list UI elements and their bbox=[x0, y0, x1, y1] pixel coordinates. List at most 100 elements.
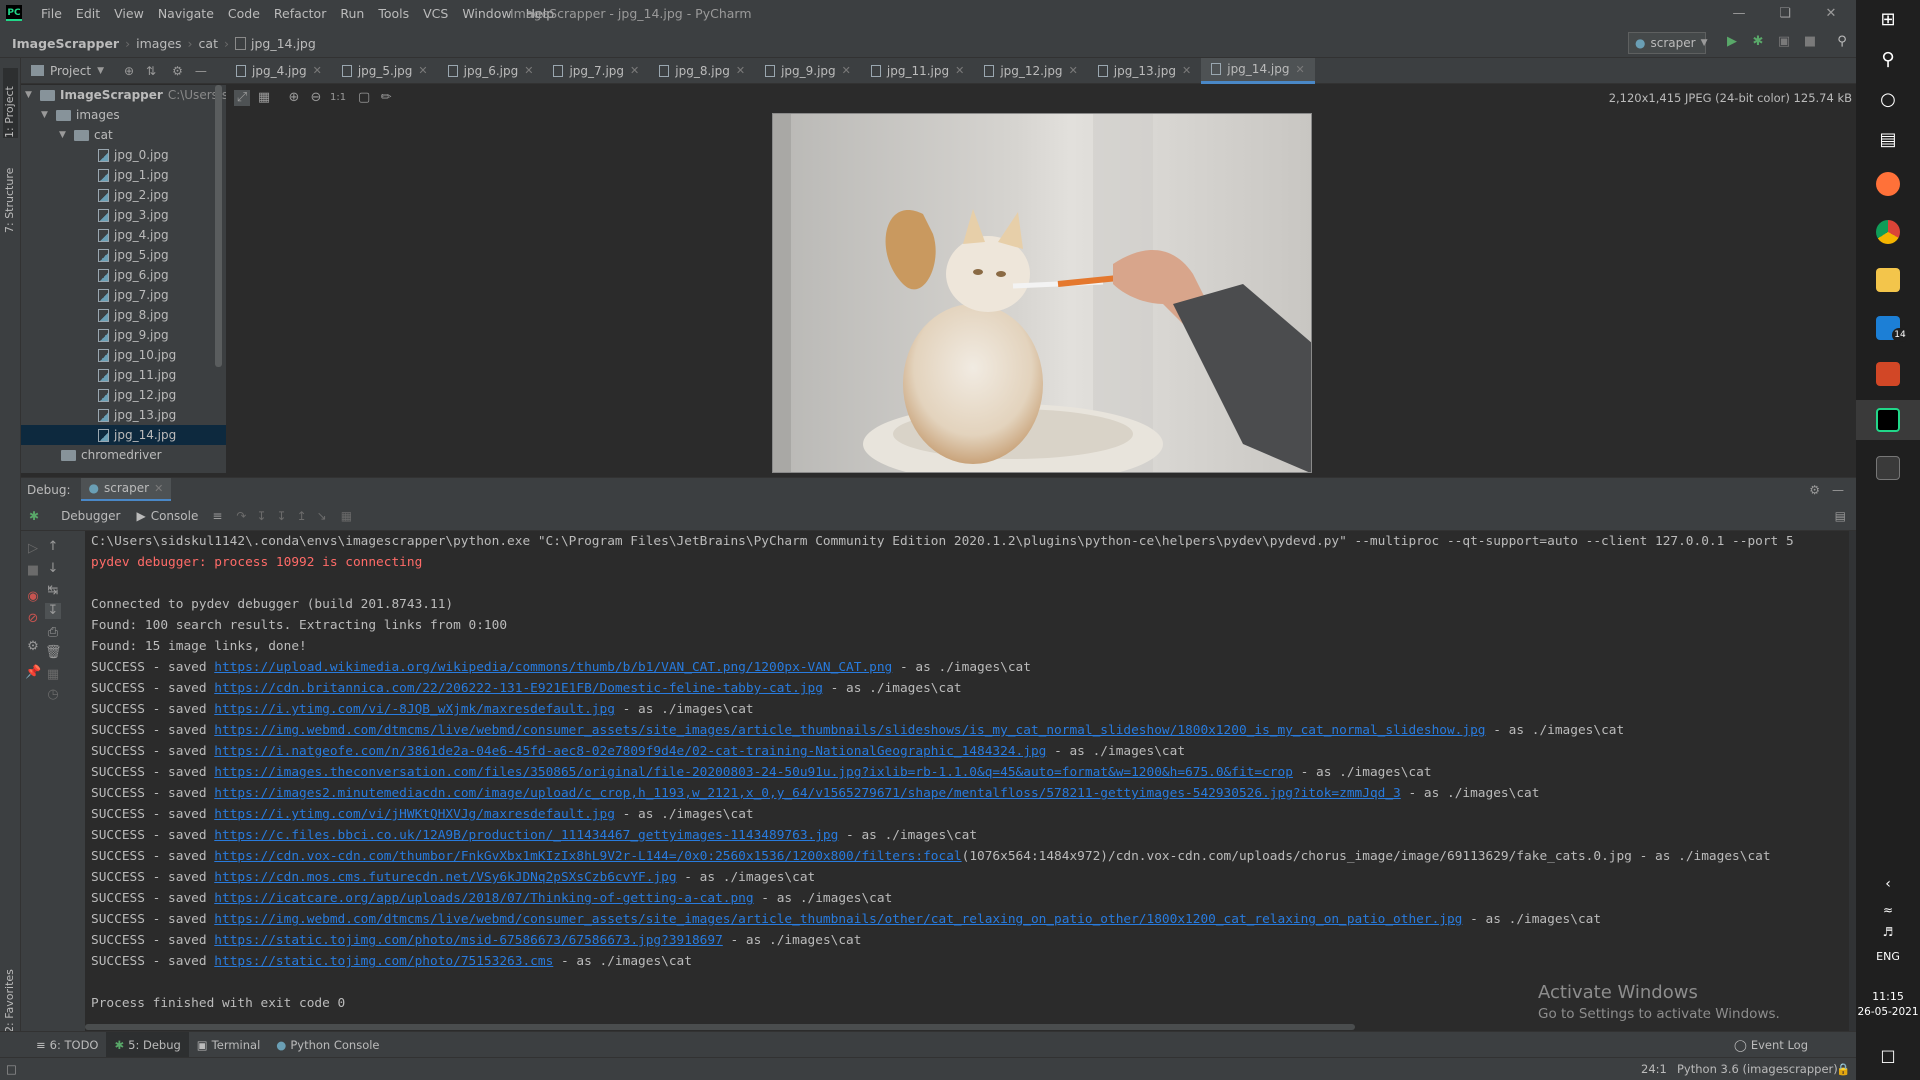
collapse-all-icon[interactable]: ⇅ bbox=[146, 64, 156, 78]
tree-file[interactable]: jpg_2.jpg bbox=[98, 185, 169, 205]
close-icon[interactable]: ✕ bbox=[1295, 63, 1304, 76]
close-icon[interactable]: ✕ bbox=[842, 64, 851, 77]
console-horizontal-scrollbar[interactable] bbox=[85, 1024, 1355, 1030]
structure-tool-tab[interactable]: 7: Structure bbox=[3, 153, 16, 233]
menu-navigate[interactable]: Navigate bbox=[151, 0, 221, 28]
editor-tab[interactable]: jpg_7.jpg ✕ bbox=[543, 58, 649, 84]
debug-icon[interactable]: ✱ bbox=[1750, 34, 1766, 50]
run-icon[interactable]: ▶ bbox=[1724, 34, 1740, 50]
url-link[interactable]: https://images2.minutemediacdn.com/image… bbox=[214, 786, 1400, 801]
url-link[interactable]: https://static.tojimg.com/photo/75153263… bbox=[214, 954, 553, 969]
soft-wrap-icon[interactable]: ↹ bbox=[45, 583, 61, 599]
clock-time[interactable]: 11:15 bbox=[1856, 990, 1920, 1003]
zoom-out-icon[interactable]: ⊖ bbox=[308, 90, 324, 106]
menu-refactor[interactable]: Refactor bbox=[267, 0, 333, 28]
windows-start-icon[interactable]: ⊞ bbox=[1872, 4, 1904, 36]
terminal-tab[interactable]: ▣ Terminal bbox=[189, 1032, 268, 1058]
locate-icon[interactable]: ⊕ bbox=[124, 64, 134, 78]
tree-file[interactable]: jpg_8.jpg bbox=[98, 305, 169, 325]
fit-zoom-icon[interactable]: ⤢ bbox=[234, 90, 250, 106]
tree-file[interactable]: jpg_1.jpg bbox=[98, 165, 169, 185]
editor-tab[interactable]: jpg_13.jpg ✕ bbox=[1088, 58, 1201, 84]
gear-icon[interactable]: ⚙ bbox=[25, 639, 41, 655]
editor-tab[interactable]: jpg_5.jpg ✕ bbox=[332, 58, 438, 84]
layout-toggle-icon[interactable]: □ bbox=[6, 1062, 17, 1076]
menu-code[interactable]: Code bbox=[221, 0, 267, 28]
breadcrumb-project[interactable]: ImageScrapper bbox=[12, 36, 119, 51]
pin-icon[interactable]: 📌 bbox=[25, 665, 41, 681]
tree-scrollbar[interactable] bbox=[215, 85, 222, 367]
gear-icon[interactable]: ⚙ bbox=[172, 64, 183, 78]
restore-icon[interactable]: ❏ bbox=[1762, 0, 1808, 28]
volume-icon[interactable]: ♬ bbox=[1872, 916, 1904, 948]
mute-breakpoints-icon[interactable]: ⊘ bbox=[25, 611, 41, 627]
grid-icon[interactable]: ▦ bbox=[256, 90, 272, 106]
close-icon[interactable]: ✕ bbox=[630, 64, 639, 77]
url-link[interactable]: https://i.ytimg.com/vi/-8JQB_wXjmk/maxre… bbox=[214, 702, 615, 717]
project-tool-tab[interactable]: 1: Project bbox=[3, 68, 18, 138]
language-indicator[interactable]: ENG bbox=[1856, 950, 1920, 963]
tree-file[interactable]: jpg_4.jpg bbox=[98, 225, 169, 245]
favorites-tool-tab[interactable]: 2: Favorites bbox=[3, 953, 16, 1033]
event-log-tab[interactable]: ◯ Event Log bbox=[1726, 1032, 1816, 1058]
tree-file-selected[interactable]: jpg_14.jpg bbox=[21, 425, 226, 445]
print-icon[interactable]: ⎙ bbox=[45, 625, 61, 641]
url-link[interactable]: https://cdn.mos.cms.futurecdn.net/VSy6kJ… bbox=[214, 870, 676, 885]
url-link[interactable]: https://i.natgeofe.com/n/3861de2a-04e6-4… bbox=[214, 744, 1046, 759]
url-link[interactable]: https://img.webmd.com/dtmcms/live/webmd/… bbox=[214, 723, 1485, 738]
lock-icon[interactable]: 🔒 bbox=[1836, 1058, 1850, 1080]
tree-file[interactable]: jpg_5.jpg bbox=[98, 245, 169, 265]
close-window-icon[interactable]: ✕ bbox=[1808, 0, 1854, 28]
debugger-tab[interactable]: Debugger bbox=[61, 509, 120, 523]
trash-icon[interactable]: 🗑 bbox=[45, 645, 62, 661]
python-console-tab[interactable]: ● Python Console bbox=[268, 1032, 387, 1058]
url-link[interactable]: https://c.files.bbci.co.uk/12A9B/product… bbox=[214, 828, 838, 843]
close-icon[interactable]: ✕ bbox=[154, 482, 163, 495]
close-icon[interactable]: ✕ bbox=[313, 64, 322, 77]
pycharm-logo-icon[interactable]: PC bbox=[6, 5, 22, 21]
color-picker-icon[interactable]: ✏ bbox=[378, 90, 394, 106]
tree-file[interactable]: jpg_3.jpg bbox=[98, 205, 169, 225]
stop-icon[interactable]: ■ bbox=[1802, 34, 1818, 50]
console-tab[interactable]: ▶ Console bbox=[136, 509, 198, 523]
clock-date[interactable]: 26-05-2021 bbox=[1856, 1006, 1920, 1018]
tree-folder-cat[interactable]: ▼ cat bbox=[59, 125, 113, 145]
editor-tab[interactable]: jpg_12.jpg ✕ bbox=[974, 58, 1087, 84]
menu-vcs[interactable]: VCS bbox=[416, 0, 455, 28]
editor-tab-active[interactable]: jpg_14.jpg ✕ bbox=[1201, 57, 1315, 84]
close-icon[interactable]: ✕ bbox=[736, 64, 745, 77]
close-icon[interactable]: ✕ bbox=[524, 64, 533, 77]
firefox-icon[interactable] bbox=[1876, 172, 1900, 196]
powerpoint-icon[interactable] bbox=[1876, 362, 1900, 386]
console-output[interactable]: C:\Users\sidskul1142\.conda\envs\imagesc… bbox=[85, 531, 1849, 1031]
step-into-my-code-icon[interactable]: ↧ bbox=[277, 509, 287, 523]
actual-size-button[interactable]: 1:1 bbox=[330, 90, 346, 106]
hide-panel-icon[interactable]: — bbox=[1832, 483, 1844, 497]
scroll-to-end-icon[interactable]: ↧ bbox=[45, 603, 61, 619]
menu-file[interactable]: File bbox=[34, 0, 69, 28]
layout-icon[interactable]: ▤ bbox=[1835, 509, 1846, 523]
zoom-in-icon[interactable]: ⊕ bbox=[286, 90, 302, 106]
tree-file[interactable]: jpg_13.jpg bbox=[98, 405, 176, 425]
menu-view[interactable]: View bbox=[107, 0, 151, 28]
breadcrumb-file[interactable]: jpg_14.jpg bbox=[251, 36, 316, 51]
step-into-icon[interactable]: ↧ bbox=[256, 509, 266, 523]
python-interpreter[interactable]: Python 3.6 (imagescrapper) bbox=[1677, 1058, 1838, 1080]
tree-file[interactable]: jpg_0.jpg bbox=[98, 145, 169, 165]
breadcrumb-images[interactable]: images bbox=[136, 36, 181, 51]
url-link[interactable]: https://img.webmd.com/dtmcms/live/webmd/… bbox=[214, 912, 1462, 927]
step-over-icon[interactable]: ↷ bbox=[236, 509, 246, 523]
editor-tab[interactable]: jpg_8.jpg ✕ bbox=[649, 58, 755, 84]
hide-panel-icon[interactable]: — bbox=[195, 64, 207, 78]
run-config-select[interactable]: ● scraper ▼ bbox=[1628, 32, 1707, 54]
search-icon[interactable]: ⚲ bbox=[1834, 34, 1850, 50]
console-vertical-scrollbar[interactable] bbox=[1849, 531, 1856, 1031]
todo-tab[interactable]: ≡ 6: TODO bbox=[28, 1032, 106, 1058]
tree-file[interactable]: jpg_11.jpg bbox=[98, 365, 176, 385]
pycharm-taskbar-icon[interactable] bbox=[1876, 408, 1900, 432]
project-panel-title[interactable]: Project bbox=[50, 64, 91, 78]
close-icon[interactable]: ✕ bbox=[418, 64, 427, 77]
editor-tab[interactable]: jpg_6.jpg ✕ bbox=[438, 58, 544, 84]
close-icon[interactable]: ✕ bbox=[1069, 64, 1078, 77]
run-to-cursor-icon[interactable]: ↘ bbox=[317, 509, 327, 523]
